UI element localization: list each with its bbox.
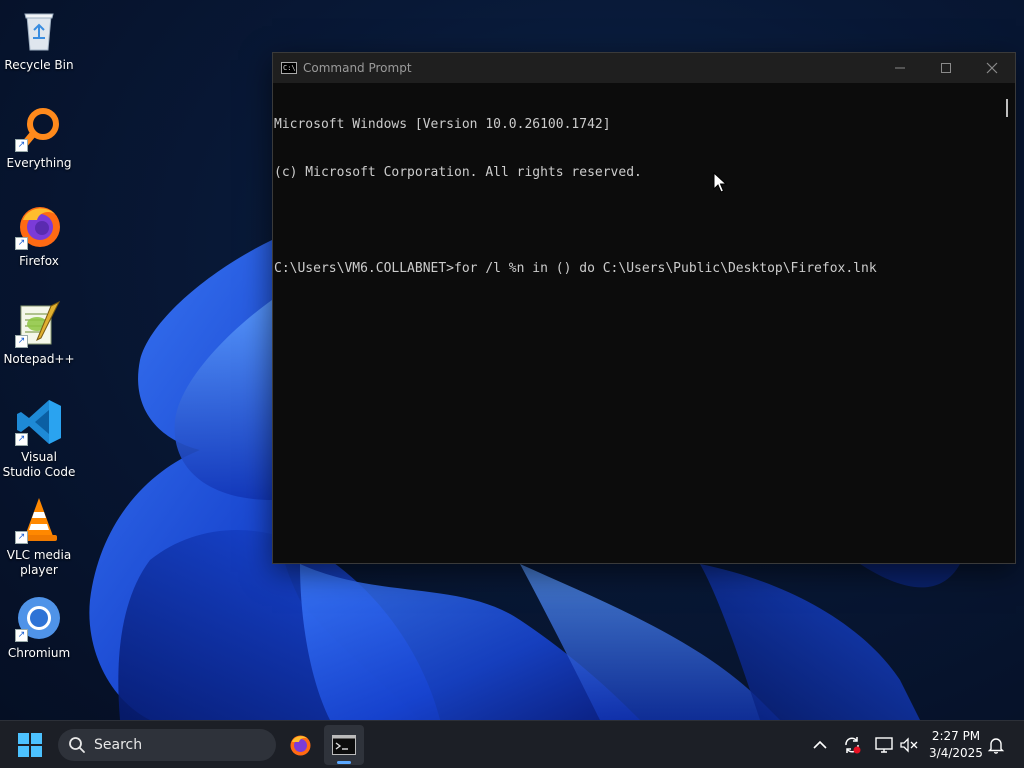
everything-search-icon: ↗ (15, 104, 63, 152)
search-icon (69, 737, 85, 753)
sync-icon[interactable] (842, 735, 862, 755)
taskbar-search-box[interactable]: Search (58, 729, 276, 761)
desktop: Recycle Bin ↗ Everything ↗ Firefox ↗ Not… (0, 0, 1024, 720)
desktop-icon-label: Everything (6, 156, 72, 170)
vertical-scrollbar[interactable] (999, 83, 1015, 563)
desktop-icon-label: VLC media player (6, 548, 72, 577)
shortcut-arrow-icon: ↗ (15, 139, 28, 152)
search-placeholder: Search (94, 737, 143, 753)
desktop-icon-notepad-plus-plus[interactable]: ↗ Notepad++ (2, 300, 76, 367)
close-icon (986, 62, 998, 74)
start-button[interactable] (16, 732, 44, 758)
taskbar-app-firefox[interactable] (280, 725, 320, 765)
volume-muted-icon[interactable] (899, 735, 919, 755)
chevron-up-icon[interactable] (810, 735, 830, 755)
window-titlebar[interactable]: C:\ Command Prompt (273, 53, 1015, 83)
terminal-command-line: C:\Users\VM6.COLLABNET>for /l %n in () d… (274, 261, 877, 276)
notepad-plus-plus-icon: ↗ (15, 300, 63, 348)
terminal-output[interactable]: Microsoft Windows [Version 10.0.26100.17… (273, 83, 999, 563)
desktop-icon-label: Firefox (19, 254, 59, 268)
command-prompt-window[interactable]: C:\ Command Prompt Microsoft Windows [Ve… (272, 52, 1016, 564)
command-prompt-icon: C:\ (281, 62, 297, 74)
mouse-pointer-icon (713, 172, 727, 193)
shortcut-arrow-icon: ↗ (15, 237, 28, 250)
desktop-icon-firefox[interactable]: ↗ Firefox (2, 202, 76, 269)
minimize-icon (895, 67, 905, 69)
desktop-icon-label: Recycle Bin (4, 58, 74, 72)
chromium-icon: ↗ (15, 594, 63, 642)
desktop-icon-vlc[interactable]: ↗ VLC media player (2, 496, 76, 578)
desktop-icon-label: Notepad++ (3, 352, 75, 366)
firefox-icon (290, 735, 311, 756)
shortcut-arrow-icon: ↗ (15, 335, 28, 348)
desktop-icon-vscode[interactable]: ↗ Visual Studio Code (2, 398, 76, 480)
clock-time: 2:27 PM (931, 729, 981, 743)
taskbar: Search 2:27 PM 3/4/2025 (0, 720, 1024, 768)
maximize-icon (941, 63, 951, 73)
desktop-icon-label: Visual Studio Code (2, 450, 76, 479)
firefox-icon: ↗ (15, 202, 63, 250)
notification-bell-icon[interactable] (986, 735, 1006, 755)
vlc-icon: ↗ (15, 496, 63, 544)
window-title: Command Prompt (303, 61, 412, 75)
terminal-line: Microsoft Windows [Version 10.0.26100.17… (274, 117, 611, 132)
shortcut-arrow-icon: ↗ (15, 629, 28, 642)
desktop-icon-recycle-bin[interactable]: Recycle Bin (2, 6, 76, 73)
close-button[interactable] (969, 53, 1015, 83)
recycle-bin-icon (15, 6, 63, 54)
vscode-icon: ↗ (15, 398, 63, 446)
desktop-icon-label: Chromium (7, 646, 71, 660)
taskbar-clock[interactable]: 2:27 PM 3/4/2025 (918, 728, 994, 762)
terminal-line: (c) Microsoft Corporation. All rights re… (274, 165, 642, 180)
desktop-icon-chromium[interactable]: ↗ Chromium (2, 594, 76, 661)
clock-date: 3/4/2025 (929, 746, 983, 760)
scrollbar-thumb[interactable] (1006, 99, 1008, 117)
taskbar-app-command-prompt[interactable] (324, 725, 364, 765)
active-app-indicator (337, 761, 351, 764)
shortcut-arrow-icon: ↗ (15, 433, 28, 446)
command-prompt-icon (332, 735, 356, 755)
network-icon[interactable] (874, 735, 894, 755)
desktop-icon-everything[interactable]: ↗ Everything (2, 104, 76, 171)
minimize-button[interactable] (877, 53, 923, 83)
maximize-button[interactable] (923, 53, 969, 83)
shortcut-arrow-icon: ↗ (15, 531, 28, 544)
